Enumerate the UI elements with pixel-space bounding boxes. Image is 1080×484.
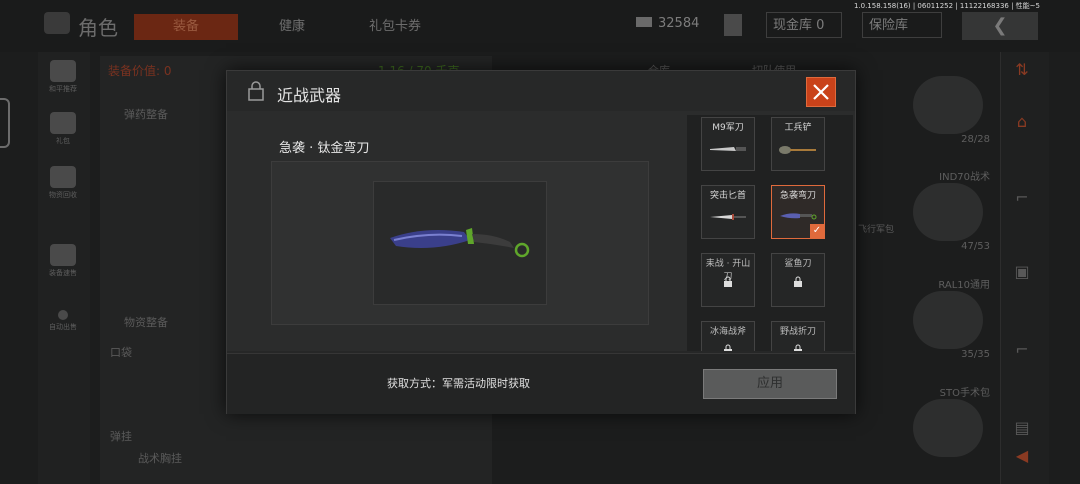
card-label: 突击匕首 <box>709 191 746 201</box>
chevron-left-icon: ❮ <box>992 15 1008 36</box>
melee-card-folding-knife[interactable]: 野战折刀 <box>771 321 825 351</box>
melee-card-ice-axe[interactable]: 冰海战斧 <box>701 321 755 351</box>
shovel-icon <box>779 146 816 154</box>
dialog-title: 近战武器 <box>277 86 342 105</box>
chest-rig-label: 弹挂 <box>110 430 132 443</box>
equip-name: RAL10通用 <box>938 280 990 291</box>
melee-weapon-dialog: 近战武器 急袭 · 钛金弯刀 M9军刀 工兵铲 突击匕首 急袭弯刀 ✓ 耒战 ·… <box>226 70 856 414</box>
knife-icon <box>710 147 746 151</box>
dagger-icon <box>710 214 746 220</box>
lock-icon <box>248 81 264 101</box>
weapon-preview <box>373 181 547 305</box>
melee-card-m9[interactable]: M9军刀 <box>701 117 755 171</box>
cube-icon[interactable]: ▣ <box>1010 262 1034 282</box>
equipment-value: 装备价值: 0 <box>108 64 172 78</box>
recycle-icon <box>50 166 76 188</box>
acquire-method-text: 获取方式：军需活动限时获取 <box>387 377 530 390</box>
sidebar-item-label: 自动出售 <box>49 323 77 331</box>
equip-name: IND70战术 <box>939 172 990 183</box>
check-icon: ✓ <box>810 224 824 238</box>
lock-icon <box>724 276 732 287</box>
sidebar-item-gift[interactable]: 礼包 <box>40 108 86 154</box>
card-label: 工兵铲 <box>784 123 812 133</box>
pistol-icon[interactable]: ⌐ <box>1010 340 1034 360</box>
karambit-image <box>390 228 530 258</box>
tab-health[interactable]: 健康 <box>262 14 322 40</box>
money-icon <box>636 17 652 27</box>
page-title: 角色 <box>78 16 118 40</box>
home-icon[interactable]: ⌂ <box>1010 112 1034 132</box>
safe-vault-button[interactable]: 保险库 <box>862 12 942 38</box>
karambit-icon <box>780 213 817 220</box>
cash-vault-button[interactable]: 现金库 0 <box>766 12 842 38</box>
melee-card-shovel[interactable]: 工兵铲 <box>771 117 825 171</box>
card-label: 鲨鱼刀 <box>784 259 812 269</box>
sort-icon[interactable]: ⇅ <box>1010 60 1034 80</box>
sidebar-item-label: 和平推荐 <box>49 85 77 93</box>
equip-count: 35/35 <box>961 349 990 360</box>
melee-card-dagger[interactable]: 突击匕首 <box>701 185 755 239</box>
card-label: 野战折刀 <box>779 327 816 337</box>
melee-card-shark-knife[interactable]: 鲨鱼刀 <box>771 253 825 307</box>
lock-icon <box>794 344 802 351</box>
character-icon <box>44 12 70 34</box>
equip-helmet-1[interactable]: 28/28 <box>900 76 996 145</box>
version-text: 1.0.158.158(16) | 06011252 | 11122168336… <box>853 2 1040 10</box>
ammo-section[interactable]: 弹药整备 <box>124 106 168 122</box>
supply-section[interactable]: 物资整备 <box>124 314 168 330</box>
sidebar-item-quicksell[interactable]: 装备速售 <box>40 240 86 286</box>
collapse-arrow-icon[interactable]: ◀ <box>1010 446 1034 466</box>
card-label: 急袭弯刀 <box>779 191 816 201</box>
storage-icon[interactable]: ▤ <box>1010 418 1034 438</box>
card-label: 冰海战斧 <box>709 327 746 337</box>
equip-bag[interactable]: STO手术包 <box>900 384 996 457</box>
sidebar-item-recommend[interactable]: 和平推荐 <box>40 56 86 102</box>
lock-icon <box>724 344 732 351</box>
close-button[interactable] <box>806 77 836 107</box>
character-silhouette-icon[interactable] <box>724 14 742 36</box>
tab-giftcards[interactable]: 礼包卡券 <box>360 14 430 40</box>
equip-count: 47/53 <box>961 241 990 252</box>
gun-icon <box>50 60 76 82</box>
sidebar-item-recycle[interactable]: 物资回收 <box>40 162 86 208</box>
back-button[interactable]: ❮ <box>962 12 1038 40</box>
equip-mask[interactable]: RAL10通用 35/35 <box>900 276 996 360</box>
equip-helmet-2[interactable]: IND70战术 47/53 <box>900 168 996 252</box>
pocket-label: 口袋 <box>110 346 132 359</box>
helmet-icon <box>50 244 76 266</box>
rifle-icon[interactable]: ⌐ <box>1010 188 1034 208</box>
melee-list[interactable]: M9军刀 工兵铲 突击匕首 急袭弯刀 ✓ 耒战 · 开山刀 鲨鱼刀 冰海战斧 野… <box>687 115 853 351</box>
melee-card-machete[interactable]: 耒战 · 开山刀 <box>701 253 755 307</box>
gas-mask-image <box>913 291 983 349</box>
sidebar-item-label: 物资回收 <box>49 191 77 199</box>
chest-rig-item[interactable]: 战术胸挂 <box>138 450 182 466</box>
lock-icon <box>794 276 802 287</box>
close-icon <box>813 84 829 100</box>
gift-icon <box>50 112 76 134</box>
item-name: 急袭 · 钛金弯刀 <box>279 141 370 156</box>
dot-icon <box>58 310 68 320</box>
side-bag-label: 飞行军包 <box>858 225 895 235</box>
currency-value: 32584 <box>658 16 700 31</box>
card-label: M9军刀 <box>712 123 744 133</box>
sidebar-item-label: 装备速售 <box>49 269 77 277</box>
helmet-image <box>913 76 983 134</box>
melee-card-karambit[interactable]: 急袭弯刀 ✓ <box>771 185 825 239</box>
equip-name: STO手术包 <box>939 388 990 399</box>
left-edge-handle[interactable] <box>0 98 10 148</box>
apply-button[interactable]: 应用 <box>703 369 837 399</box>
currency-display: 32584 <box>636 16 699 31</box>
sidebar-item-label: 礼包 <box>56 137 70 145</box>
equip-count: 28/28 <box>961 134 990 145</box>
tab-equipment[interactable]: 装备 <box>134 14 238 40</box>
bag-image <box>913 399 983 457</box>
sidebar-item-autosell[interactable]: 自动出售 <box>40 302 86 348</box>
helmet-image <box>913 183 983 241</box>
